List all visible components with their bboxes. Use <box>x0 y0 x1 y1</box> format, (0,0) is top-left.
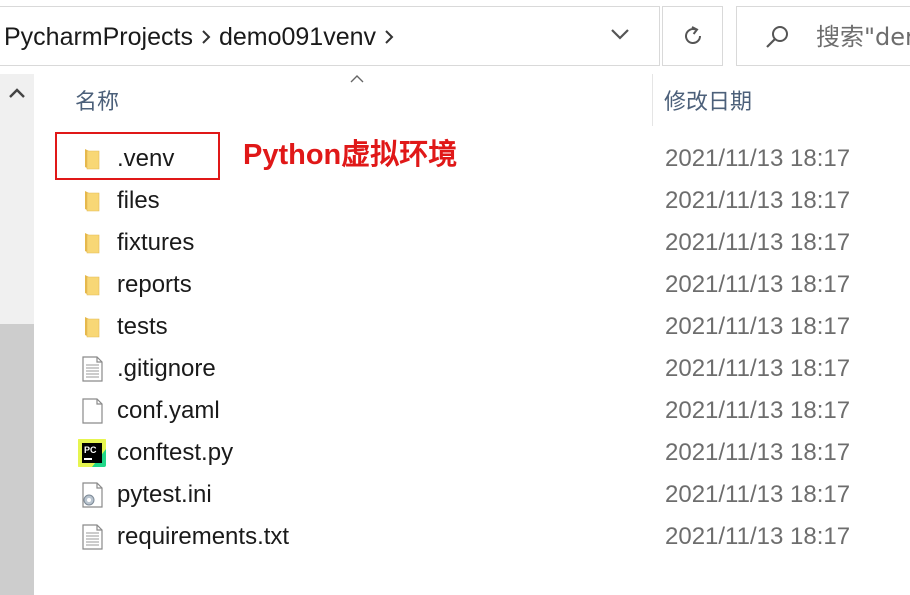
file-row[interactable]: pytest.ini 2021/11/13 18:17 <box>34 474 910 516</box>
file-name[interactable]: tests <box>117 306 168 348</box>
file-row[interactable]: .gitignore 2021/11/13 18:17 <box>34 348 910 390</box>
breadcrumb-item-pycharmprojects[interactable]: PycharmProjects <box>4 23 193 52</box>
vertical-scrollbar[interactable] <box>0 74 34 595</box>
search-box[interactable]: 搜索"der <box>736 6 910 66</box>
file-date-modified: 2021/11/13 18:17 <box>665 355 851 382</box>
file-date-modified: 2021/11/13 18:17 <box>665 397 851 424</box>
column-header-date-modified[interactable]: 修改日期 <box>664 84 752 116</box>
file-date-modified: 2021/11/13 18:17 <box>665 439 851 466</box>
chevron-right-icon[interactable] <box>376 7 402 67</box>
file-name[interactable]: requirements.txt <box>117 516 289 558</box>
file-date-modified: 2021/11/13 18:17 <box>665 271 851 298</box>
file-row[interactable]: conf.yaml 2021/11/13 18:17 <box>34 390 910 432</box>
address-bar[interactable]: PycharmProjects demo091venv <box>0 6 660 66</box>
file-row[interactable]: files 2021/11/13 18:17 <box>34 180 910 222</box>
file-date-modified: 2021/11/13 18:17 <box>665 481 851 508</box>
address-history-dropdown[interactable] <box>610 27 644 51</box>
highlight-box <box>55 132 220 180</box>
file-date-modified: 2021/11/13 18:17 <box>665 523 851 550</box>
file-name[interactable]: .gitignore <box>117 348 216 390</box>
text-file-icon <box>78 523 106 551</box>
search-icon <box>766 26 788 48</box>
folder-icon <box>78 229 106 257</box>
folder-icon <box>78 313 106 341</box>
refresh-button[interactable] <box>662 6 723 66</box>
file-row[interactable]: tests 2021/11/13 18:17 <box>34 306 910 348</box>
sort-ascending-icon <box>350 75 364 83</box>
file-date-modified: 2021/11/13 18:17 <box>665 313 851 340</box>
column-header-row: 名称 修改日期 <box>34 74 910 126</box>
column-divider[interactable] <box>652 74 653 126</box>
chevron-right-icon[interactable] <box>193 7 219 67</box>
folder-icon <box>78 187 106 215</box>
file-name[interactable]: reports <box>117 264 192 306</box>
file-row[interactable]: PC conftest.py 2021/11/13 18:17 <box>34 432 910 474</box>
toolbar: PycharmProjects demo091venv 搜索"der <box>0 0 910 74</box>
file-row[interactable]: reports 2021/11/13 18:17 <box>34 264 910 306</box>
file-date-modified: 2021/11/13 18:17 <box>665 229 851 256</box>
file-row[interactable]: fixtures 2021/11/13 18:17 <box>34 222 910 264</box>
svg-text:PC: PC <box>84 445 97 455</box>
breadcrumb-item-demo091venv[interactable]: demo091venv <box>219 23 376 52</box>
file-icon <box>78 397 106 425</box>
file-date-modified: 2021/11/13 18:17 <box>665 187 851 214</box>
annotation-label: Python虚拟环境 <box>243 139 458 171</box>
file-name[interactable]: files <box>117 180 160 222</box>
chevron-down-icon <box>611 29 629 40</box>
file-row[interactable]: requirements.txt 2021/11/13 18:17 <box>34 516 910 558</box>
text-file-icon <box>78 355 106 383</box>
file-name[interactable]: conftest.py <box>117 432 233 474</box>
settings-file-icon <box>78 481 106 509</box>
pycharm-file-icon: PC <box>78 439 106 467</box>
file-name[interactable]: conf.yaml <box>117 390 220 432</box>
scrollbar-thumb[interactable] <box>0 324 34 595</box>
scroll-up-arrow-icon[interactable] <box>6 84 28 102</box>
refresh-icon <box>684 26 701 45</box>
file-name[interactable]: fixtures <box>117 222 194 264</box>
folder-icon <box>78 271 106 299</box>
file-name[interactable]: pytest.ini <box>117 474 212 516</box>
search-placeholder[interactable]: 搜索"der <box>816 7 910 67</box>
breadcrumb: PycharmProjects demo091venv <box>4 7 402 67</box>
file-date-modified: 2021/11/13 18:17 <box>665 145 851 172</box>
column-header-name[interactable]: 名称 <box>75 84 119 116</box>
